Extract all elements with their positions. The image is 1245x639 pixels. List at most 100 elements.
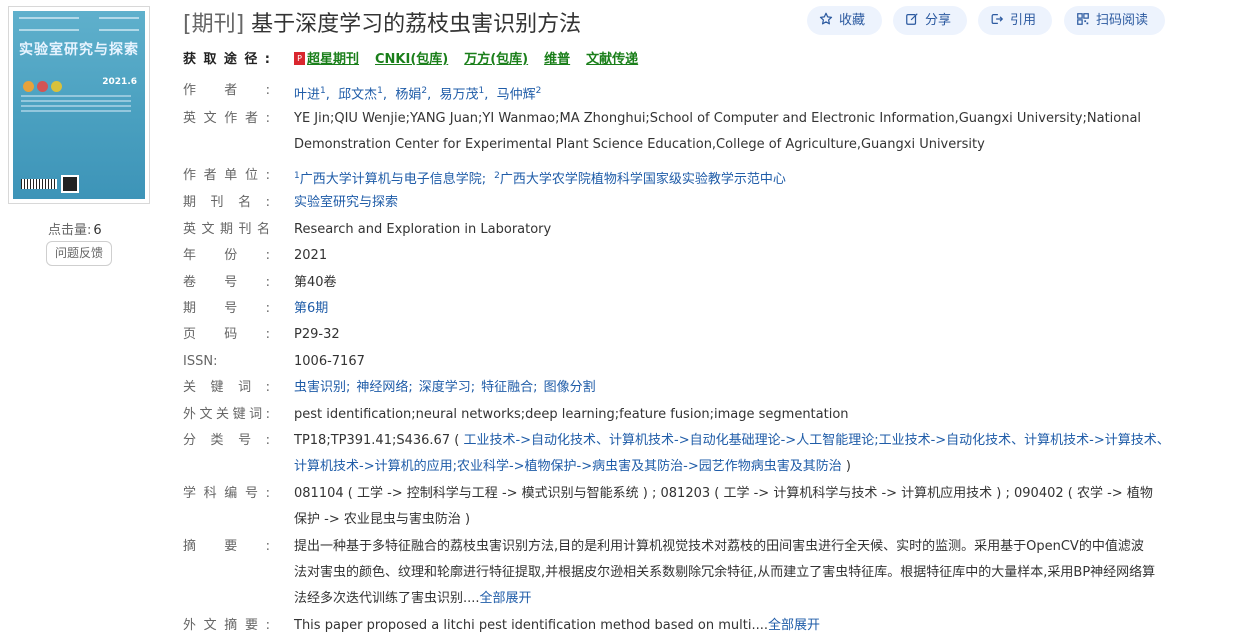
keyword-link[interactable]: 虫害识别;	[294, 380, 350, 395]
abstract-line3: 法经多次迭代训练了害虫识别....	[294, 591, 480, 606]
favorite-label: 收藏	[839, 13, 866, 28]
author-link[interactable]: 马仲辉	[497, 87, 536, 102]
en-journal-value: Research and Exploration in Laboratory	[294, 222, 552, 237]
cite-label: 引用	[1010, 13, 1037, 28]
affiliation-link[interactable]: 广西大学计算机与电子信息学院;	[300, 172, 486, 187]
cover-dots	[23, 77, 65, 96]
en-keywords-value: pest identification;neural networks;deep…	[294, 407, 849, 422]
label-abstract: 摘要:	[183, 539, 270, 554]
keyword-link[interactable]: 特征融合;	[481, 380, 537, 395]
access-sources: P 超星期刊 CNKI(包库) 万方(包库) 维普 文献传递	[294, 47, 1185, 73]
label-en-abstract: 外文摘要:	[183, 618, 270, 633]
journal-link[interactable]: 实验室研究与探索	[294, 195, 398, 210]
favorite-button[interactable]: 收藏	[807, 6, 882, 35]
cover-decor	[99, 17, 139, 31]
cite-button[interactable]: 引用	[978, 6, 1052, 35]
en-authors-value: YE Jin;QIU Wenjie;YANG Juan;YI Wanmao;MA…	[294, 106, 1185, 158]
en-abstract-value: This paper proposed a litchi pest identi…	[294, 613, 1185, 639]
label-authors: 作者:	[183, 83, 270, 98]
keyword-link[interactable]: 神经网络;	[356, 380, 412, 395]
author-link[interactable]: 杨娟	[395, 87, 421, 102]
subject-line2: 保护 -> 农业昆虫与害虫防治 )	[294, 512, 471, 527]
pdf-icon: P	[294, 52, 305, 65]
author-affiliation-sup: 2	[535, 86, 542, 96]
keywords-list: 虫害识别; 神经网络; 深度学习; 特征融合; 图像分割	[294, 375, 1185, 401]
cover-image: 实验室研究与探索 2021.6	[13, 11, 145, 199]
classification-path-2[interactable]: 计算机技术->计算机的应用;农业科学->植物保护->病虫害及其防治->园艺作物病…	[294, 459, 842, 474]
affiliation-sup: 2	[494, 171, 500, 181]
journal-cover[interactable]: 实验室研究与探索 2021.6	[8, 6, 150, 204]
journal-value: 实验室研究与探索	[294, 190, 1185, 216]
label-affiliations: 作者单位:	[183, 168, 270, 183]
separator: ,	[325, 87, 339, 103]
label-en-journal: 英文期刊名	[183, 222, 270, 237]
en-abstract-expand-link[interactable]: 全部展开	[768, 618, 820, 633]
separator: ,	[484, 87, 497, 103]
label-access: 获取途径:	[183, 52, 270, 67]
en-authors-line1: YE Jin;QIU Wenjie;YANG Juan;YI Wanmao;MA…	[294, 111, 1142, 126]
access-source-link[interactable]: 万方(包库)	[464, 52, 528, 67]
subject-value: 081104 ( 工学 -> 控制科学与工程 -> 模式识别与智能系统 ) ; …	[294, 481, 1185, 533]
abstract-value: 提出一种基于多特征融合的荔枝虫害识别方法,目的是利用计算机视觉技术对荔枝的田间害…	[294, 534, 1185, 612]
click-count-label: 点击量:	[48, 223, 92, 238]
label-classification: 分类号:	[183, 433, 270, 448]
cover-year: 2021.6	[102, 77, 137, 87]
click-count: 点击量: 6	[48, 219, 102, 238]
author-link[interactable]: 易万茂	[439, 87, 478, 102]
label-en-keywords: 外文关键词:	[183, 407, 270, 422]
en-abstract-text: This paper proposed a litchi pest identi…	[294, 618, 769, 633]
label-subject: 学科编号:	[183, 486, 270, 501]
scan-read-button[interactable]: 扫码阅读	[1064, 6, 1165, 35]
share-label: 分享	[925, 13, 952, 28]
affiliations-list: 1广西大学计算机与电子信息学院; 2广西大学农学院植物科学国家级实验教学示范中心	[294, 163, 1185, 193]
issue-link[interactable]: 第6期	[294, 301, 328, 316]
author-link[interactable]: 邱文杰	[338, 87, 377, 102]
abstract-line2: 法对害虫的颜色、纹理和轮廓进行特征提取,并根据皮尔逊相关系数剔除冗余特征,从而建…	[294, 565, 1156, 580]
volume-value: 第40卷	[294, 275, 337, 290]
issue-value: 第6期	[294, 296, 1185, 322]
cite-icon	[991, 14, 1004, 24]
abstract-expand-link[interactable]: 全部展开	[480, 591, 532, 606]
label-en-authors: 英文作者:	[183, 111, 270, 126]
qr-scan-icon	[1077, 13, 1089, 25]
scan-read-label: 扫码阅读	[1096, 13, 1149, 28]
access-source-link[interactable]: 维普	[544, 52, 570, 67]
article-title: 基于深度学习的荔枝虫害识别方法	[251, 12, 582, 37]
label-issue: 期号:	[183, 301, 270, 316]
star-icon	[819, 12, 833, 25]
page-title: [期刊] 基于深度学习的荔枝虫害识别方法	[183, 6, 581, 38]
cover-text-lines	[21, 95, 131, 115]
label-volume: 卷号:	[183, 275, 270, 290]
affiliation-link[interactable]: 广西大学农学院植物科学国家级实验教学示范中心	[500, 172, 786, 187]
edit-share-icon	[906, 13, 918, 25]
author-link[interactable]: 叶进	[294, 87, 320, 102]
subject-line1: 081104 ( 工学 -> 控制科学与工程 -> 模式识别与智能系统 ) ; …	[294, 486, 1153, 501]
classification-path-1[interactable]: 工业技术->自动化技术、计算机技术->自动化基础理论->人工智能理论;工业技术-…	[463, 433, 1169, 448]
access-source-link[interactable]: CNKI(包库)	[375, 52, 448, 67]
separator: ,	[382, 87, 396, 103]
access-source-link[interactable]: 超星期刊	[307, 52, 359, 67]
keyword-link[interactable]: 深度学习;	[419, 380, 475, 395]
classification-value: TP18;TP391.41;S436.67 ( 工业技术->自动化技术、计算机技…	[294, 433, 1170, 474]
access-source-link[interactable]: 文献传递	[586, 52, 638, 67]
abstract-line1: 提出一种基于多特征融合的荔枝虫害识别方法,目的是利用计算机视觉技术对荔枝的田间害…	[294, 539, 1144, 554]
label-year: 年份:	[183, 248, 270, 263]
article-type-tag: [期刊]	[183, 12, 245, 37]
label-journal: 期刊名:	[183, 195, 270, 210]
barcode-icon	[21, 179, 57, 189]
qr-code-icon	[61, 175, 79, 193]
cover-title: 实验室研究与探索	[19, 42, 139, 58]
feedback-button[interactable]: 问题反馈	[46, 241, 112, 266]
cover-decor	[19, 17, 79, 31]
year-value: 2021	[294, 248, 328, 263]
label-keywords: 关键词:	[183, 380, 270, 395]
keyword-link[interactable]: 图像分割	[544, 380, 596, 395]
label-pages: 页码:	[183, 327, 270, 342]
authors-list: 叶进1, 邱文杰1, 杨娟2, 易万茂1, 马仲辉2	[294, 78, 1185, 108]
en-authors-line2: Demonstration Center for Experimental Pl…	[294, 137, 985, 152]
affiliation-sup: 1	[294, 171, 300, 181]
issn-value: 1006-7167	[294, 354, 365, 369]
classification-codes: TP18;TP391.41;S436.67	[294, 433, 451, 448]
share-button[interactable]: 分享	[893, 6, 967, 35]
label-issn: ISSN:	[183, 354, 218, 369]
